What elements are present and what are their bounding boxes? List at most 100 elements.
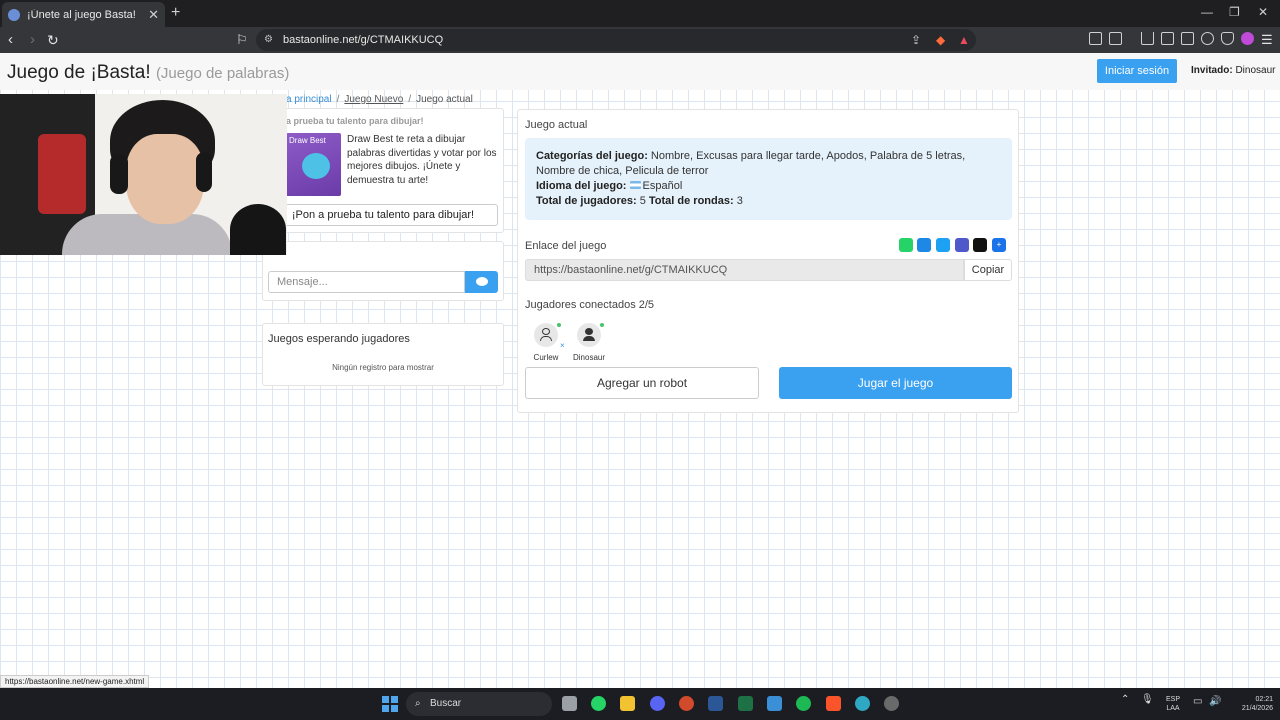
breadcrumb-new-game-link[interactable]: Juego Nuevo [344,94,403,105]
user-icon-body [540,336,552,341]
plus-icon[interactable]: + [992,238,1006,252]
whatsapp-app-icon[interactable] [591,696,606,711]
promo-heading: a prueba tu talento para dibujar! [286,116,424,126]
clock[interactable]: 02:21 21/4/2026 [1223,695,1273,713]
promo-image-label: Draw Best [289,136,326,145]
leo-ai-icon[interactable] [1201,32,1214,45]
twitter-icon[interactable] [936,238,950,252]
windows-start-icon[interactable] [382,696,398,712]
spotify-icon[interactable] [796,696,811,711]
webcam-headset [110,154,128,194]
bookmark-icon[interactable]: ⚐ [236,31,248,49]
remove-player-icon[interactable]: × [560,341,565,350]
start-tile [391,705,398,712]
share-page-icon[interactable]: ⇪ [911,29,921,51]
browser-toolbar: ‹ › ↻ ⚐ ⚙ bastaonline.net/g/CTMAIKKUCQ ⇪… [0,27,1280,53]
reload-icon[interactable]: ↻ [47,31,59,49]
user-icon [534,323,561,347]
brave-shields-icon[interactable]: ◆ [936,29,945,51]
login-button[interactable]: Iniciar sesión [1097,59,1177,83]
wallet-icon[interactable] [1181,32,1194,45]
site-subtitle: (Juego de palabras) [155,65,290,82]
restore-button[interactable]: ❐ [1229,5,1240,19]
menu-icon[interactable]: ☰ [1261,31,1273,49]
site-title-text: Juego de ¡Basta! [7,62,151,83]
guest-label: Invitado: [1191,65,1233,76]
add-robot-button[interactable]: Agregar un robot [525,367,759,399]
status-bar-url: https://bastaonline.net/new-game.xhtml [0,675,150,688]
brave-icon[interactable] [826,696,841,711]
microphone-icon[interactable]: 🎙 [1141,695,1154,705]
tray-chevron-icon[interactable]: ⌃ [1121,695,1129,705]
breadcrumb-home-link[interactable]: a principal [286,94,332,105]
categories-label: Categorías del juego: [536,150,648,162]
network-icon[interactable]: ▭ [1193,697,1202,707]
task-view-icon[interactable] [562,696,577,711]
online-status-dot [600,323,604,327]
mail-icon[interactable] [767,696,782,711]
breadcrumb-separator: / [336,94,340,105]
site-favicon-icon [8,8,20,21]
snapchat-icon[interactable] [973,238,987,252]
messenger-icon[interactable] [917,238,931,252]
whatsapp-icon[interactable] [899,238,913,252]
player-name: Dinosaur [572,353,605,362]
message-input[interactable] [268,271,465,293]
user-icon-head [542,328,550,335]
total-rounds-label: Total de rondas: [648,195,734,207]
edge-icon[interactable] [855,696,870,711]
site-settings-icon[interactable]: ⚙ [264,29,273,51]
site-header: Juego de ¡Basta! (Juego de palabras) Ini… [0,53,1280,90]
teams-icon[interactable] [955,238,969,252]
app-icon[interactable] [884,696,899,711]
volume-icon[interactable]: 🔊 [1209,697,1221,707]
excel-icon[interactable] [738,696,753,711]
browser-tab[interactable]: ¡Únete al juego Basta! ✕ [2,2,165,27]
total-rounds-value: 3 [736,195,743,207]
webcam-overlay [0,94,287,255]
taskbar-search-label: Buscar [430,698,462,709]
promo-image[interactable]: Draw Best [286,133,341,196]
vpn-icon[interactable] [1221,32,1234,45]
screenshot-icon[interactable] [1109,32,1122,45]
webcam-person-face [126,134,204,224]
total-players-value: 5 [639,195,646,207]
totals-line: Total de jugadores: 5 Total de rondas: 3 [536,194,1001,209]
back-icon[interactable]: ‹ [8,31,13,49]
close-tab-icon[interactable]: ✕ [148,7,159,23]
profile-icon[interactable] [1241,32,1254,45]
page-title: Juego de ¡Basta! (Juego de palabras) [7,62,289,84]
brave-rewards-icon[interactable]: ▲ [958,29,970,51]
start-tile [382,696,389,703]
search-icon: ⌕ [415,698,421,709]
language-line: Idioma del juego: Español [536,179,1001,194]
discord-icon[interactable] [650,696,665,711]
language-indicator[interactable]: ESP LAA [1163,695,1183,713]
send-message-button[interactable] [465,271,498,293]
user-icon [577,323,604,347]
breadcrumb-separator: / [408,94,412,105]
sidebar-icon[interactable] [1161,32,1174,45]
file-explorer-icon[interactable] [620,696,635,711]
argentina-flag-icon [629,181,641,190]
extensions-icon[interactable] [1089,32,1102,45]
waiting-games-title: Juegos esperando jugadores [268,333,410,345]
game-link-label: Enlace del juego [525,240,607,252]
webcam-chair-accent [38,134,86,214]
language-top: ESP [1165,696,1180,703]
taskbar-search[interactable]: ⌕ Buscar [406,692,552,716]
forward-icon[interactable]: › [30,31,35,49]
player-name: Curlew [533,353,559,362]
downloads-icon[interactable] [1141,32,1154,45]
game-link-field[interactable]: https://bastaonline.net/g/CTMAIKKUCQ [525,259,964,281]
copy-link-button[interactable]: Copiar [964,259,1012,281]
new-tab-button[interactable]: + [171,4,180,22]
language-value: Español [642,180,683,192]
close-window-button[interactable]: ✕ [1258,5,1268,19]
address-bar[interactable]: ⚙ bastaonline.net/g/CTMAIKKUCQ ⇪ ◆ ▲ [256,29,976,51]
powerpoint-icon[interactable] [679,696,694,711]
play-game-button[interactable]: Jugar el juego [779,367,1012,399]
minimize-button[interactable]: — [1201,5,1213,19]
promo-button[interactable]: ¡Pon a prueba tu talento para dibujar! [268,204,498,226]
word-icon[interactable] [708,696,723,711]
